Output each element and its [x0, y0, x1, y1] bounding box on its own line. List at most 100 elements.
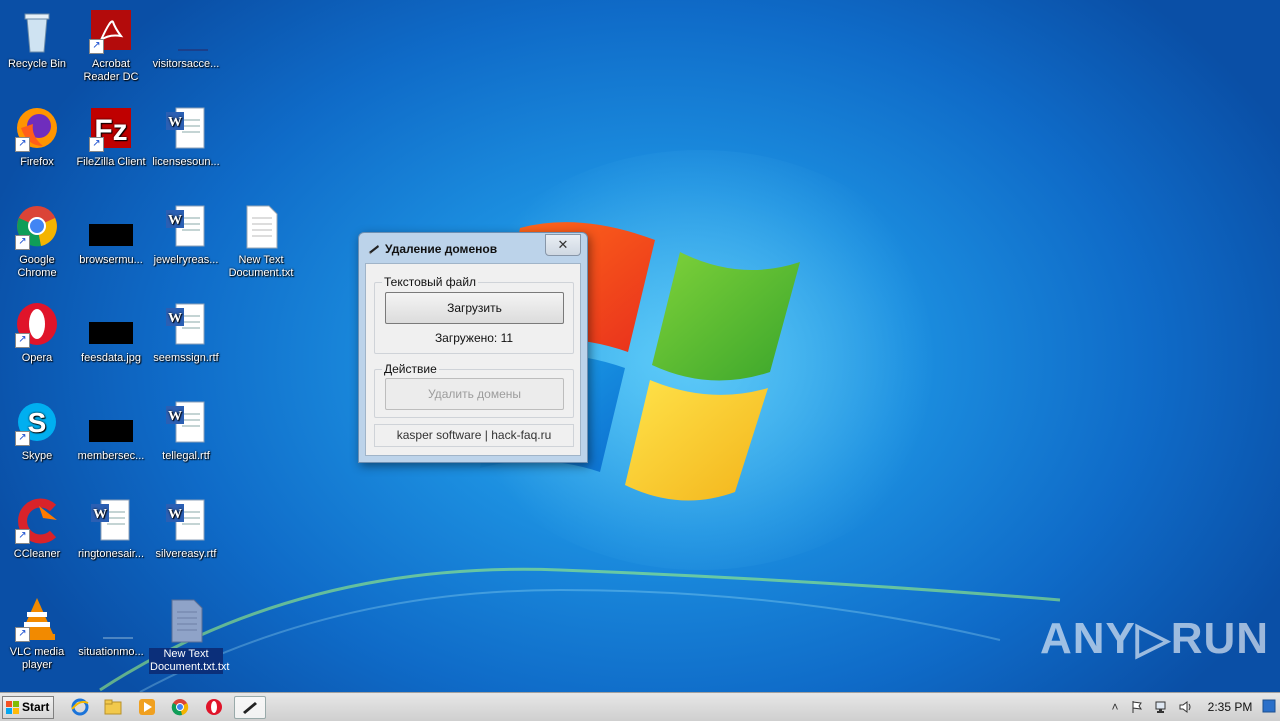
- text-file-icon: [237, 204, 285, 252]
- delete-domains-button[interactable]: Удалить домены: [385, 378, 564, 410]
- desktop-icon-chrome[interactable]: ↗ Google Chrome: [0, 204, 74, 280]
- taskbar: Start ˄ 2:35 PM: [0, 692, 1280, 721]
- word-doc-icon: W: [162, 400, 210, 448]
- desktop-icon-label: browsermu...: [79, 254, 143, 266]
- word-doc-icon: W: [162, 204, 210, 252]
- desktop-icon-membersec[interactable]: membersec...: [74, 400, 148, 463]
- opera-icon[interactable]: [204, 697, 224, 717]
- close-icon: ✕: [557, 237, 569, 252]
- desktop-icon-new-text-document[interactable]: New Text Document.txt: [224, 204, 298, 280]
- desktop-icon-label: Skype: [21, 450, 53, 462]
- desktop-icon-opera[interactable]: ↗ Opera: [0, 302, 74, 365]
- desktop-icon-jewelryreas[interactable]: W jewelryreas...: [149, 204, 223, 267]
- desktop-icon-feesdata[interactable]: feesdata.jpg: [74, 302, 148, 365]
- action-center-flag-icon[interactable]: [1130, 700, 1144, 714]
- text-file-icon: [162, 598, 210, 646]
- desktop-icon-label: Recycle Bin: [7, 58, 67, 70]
- svg-text:W: W: [168, 507, 182, 522]
- load-button[interactable]: Загрузить: [385, 292, 564, 324]
- show-desktop-button[interactable]: [1262, 698, 1276, 714]
- shortcut-arrow-icon: ↗: [15, 235, 30, 250]
- filezilla-icon: Fz ↗: [87, 106, 135, 154]
- desktop-icon-label: jewelryreas...: [153, 254, 219, 266]
- text-file-group-legend: Текстовый файл: [382, 275, 479, 289]
- start-label: Start: [22, 700, 50, 714]
- svg-text:S: S: [28, 407, 47, 438]
- recycle-bin-icon: [13, 8, 61, 56]
- active-app-button[interactable]: [234, 696, 266, 719]
- desktop-icon-recycle-bin[interactable]: Recycle Bin: [0, 8, 74, 71]
- app-window-icon: [368, 245, 379, 255]
- chrome-icon: ↗: [13, 204, 61, 252]
- shortcut-arrow-icon: ↗: [15, 137, 30, 152]
- anyrun-watermark: ANY▷RUN: [1040, 614, 1270, 663]
- black-image-icon: [87, 302, 135, 350]
- desktop-icon-seemssign[interactable]: W seemssign.rtf: [149, 302, 223, 365]
- black-image-icon: [87, 204, 135, 252]
- close-button[interactable]: ✕: [545, 234, 581, 256]
- dialog-body: Текстовый файл Загрузить Загружено: 11 Д…: [365, 263, 581, 456]
- desktop-icon-new-text-document-txt[interactable]: New Text Document.txt.txt: [149, 598, 229, 674]
- dialog-title: Удаление доменов: [385, 242, 498, 256]
- desktop-icon-skype[interactable]: S ↗ Skype: [0, 400, 74, 463]
- svg-text:W: W: [168, 115, 182, 130]
- desktop-icon-licensesoun[interactable]: W licensesoun...: [149, 106, 223, 169]
- desktop-icon-label: silvereasy.rtf: [155, 548, 217, 560]
- shortcut-arrow-icon: ↗: [15, 431, 30, 446]
- word-doc-icon: W: [87, 498, 135, 546]
- chrome-icon[interactable]: [170, 697, 190, 717]
- desktop-icon-ringtonesair[interactable]: W ringtonesair...: [74, 498, 148, 561]
- skype-icon: S ↗: [13, 400, 61, 448]
- clock[interactable]: 2:35 PM: [1200, 693, 1260, 721]
- domain-removal-dialog[interactable]: Удаление доменов ✕ Текстовый файл Загруз…: [358, 232, 588, 463]
- desktop-icon-situationmo[interactable]: situationmo...: [74, 596, 148, 659]
- show-hidden-icons-icon[interactable]: ˄: [1108, 700, 1122, 714]
- desktop-icon-label: membersec...: [77, 450, 145, 462]
- word-doc-icon: W: [162, 302, 210, 350]
- svg-text:W: W: [168, 311, 182, 326]
- desktop-icon-label: Firefox: [20, 156, 54, 168]
- internet-explorer-icon[interactable]: [70, 697, 90, 717]
- loaded-count-status: Загружено: 11: [434, 331, 514, 345]
- shortcut-arrow-icon: ↗: [15, 333, 30, 348]
- start-button[interactable]: Start: [2, 696, 54, 719]
- black-image-icon: [87, 400, 135, 448]
- opera-icon: ↗: [13, 302, 61, 350]
- desktop-icon-ccleaner[interactable]: ↗ CCleaner: [0, 498, 74, 561]
- word-doc-icon: W: [162, 498, 210, 546]
- desktop-icon-firefox[interactable]: ↗ Firefox: [0, 106, 74, 169]
- folder-icon[interactable]: [103, 697, 123, 717]
- desktop-icon-label: tellegal.rtf: [162, 450, 210, 462]
- desktop-icon-label: CCleaner: [13, 548, 61, 560]
- firefox-icon: ↗: [13, 106, 61, 154]
- desktop-icon-acrobat[interactable]: ↗ Acrobat Reader DC: [74, 8, 148, 84]
- blank-file-icon: [87, 596, 135, 644]
- volume-icon[interactable]: [1178, 700, 1192, 714]
- desktop-icon-visitorsacce[interactable]: visitorsacce...: [149, 8, 223, 71]
- ccleaner-icon: ↗: [13, 498, 61, 546]
- desktop-icon-label: New Text Document.txt: [228, 254, 294, 279]
- desktop-icon-label: Acrobat Reader DC: [83, 58, 139, 83]
- acrobat-icon: ↗: [87, 8, 135, 56]
- network-icon[interactable]: [1154, 700, 1168, 714]
- shortcut-arrow-icon: ↗: [15, 529, 30, 544]
- svg-text:W: W: [168, 213, 182, 228]
- desktop-icon-browsermu[interactable]: browsermu...: [74, 204, 148, 267]
- app-window-icon: [243, 702, 257, 714]
- desktop-icon-label: licensesoun...: [152, 156, 220, 168]
- shortcut-arrow-icon: ↗: [89, 137, 104, 152]
- desktop-icon-vlc[interactable]: ↗ VLC media player: [0, 596, 74, 672]
- desktop-icon-tellegal[interactable]: W tellegal.rtf: [149, 400, 223, 463]
- blank-file-icon: [162, 8, 210, 56]
- desktop-icon-label: FileZilla Client: [76, 156, 146, 168]
- desktop-icon-silvereasy[interactable]: W silvereasy.rtf: [149, 498, 223, 561]
- shortcut-arrow-icon: ↗: [89, 39, 104, 54]
- action-group-legend: Действие: [382, 362, 439, 376]
- desktop-icon-label: Opera: [21, 352, 53, 364]
- desktop[interactable]: Recycle Bin ↗ Acrobat Reader DC visitors…: [0, 0, 1280, 692]
- shortcut-arrow-icon: ↗: [15, 627, 30, 642]
- desktop-icon-filezilla[interactable]: Fz ↗ FileZilla Client: [74, 106, 148, 169]
- media-player-icon[interactable]: [137, 697, 157, 717]
- credits-label: kasper software | hack-faq.ru: [374, 424, 574, 447]
- desktop-icon-label: visitorsacce...: [152, 58, 220, 70]
